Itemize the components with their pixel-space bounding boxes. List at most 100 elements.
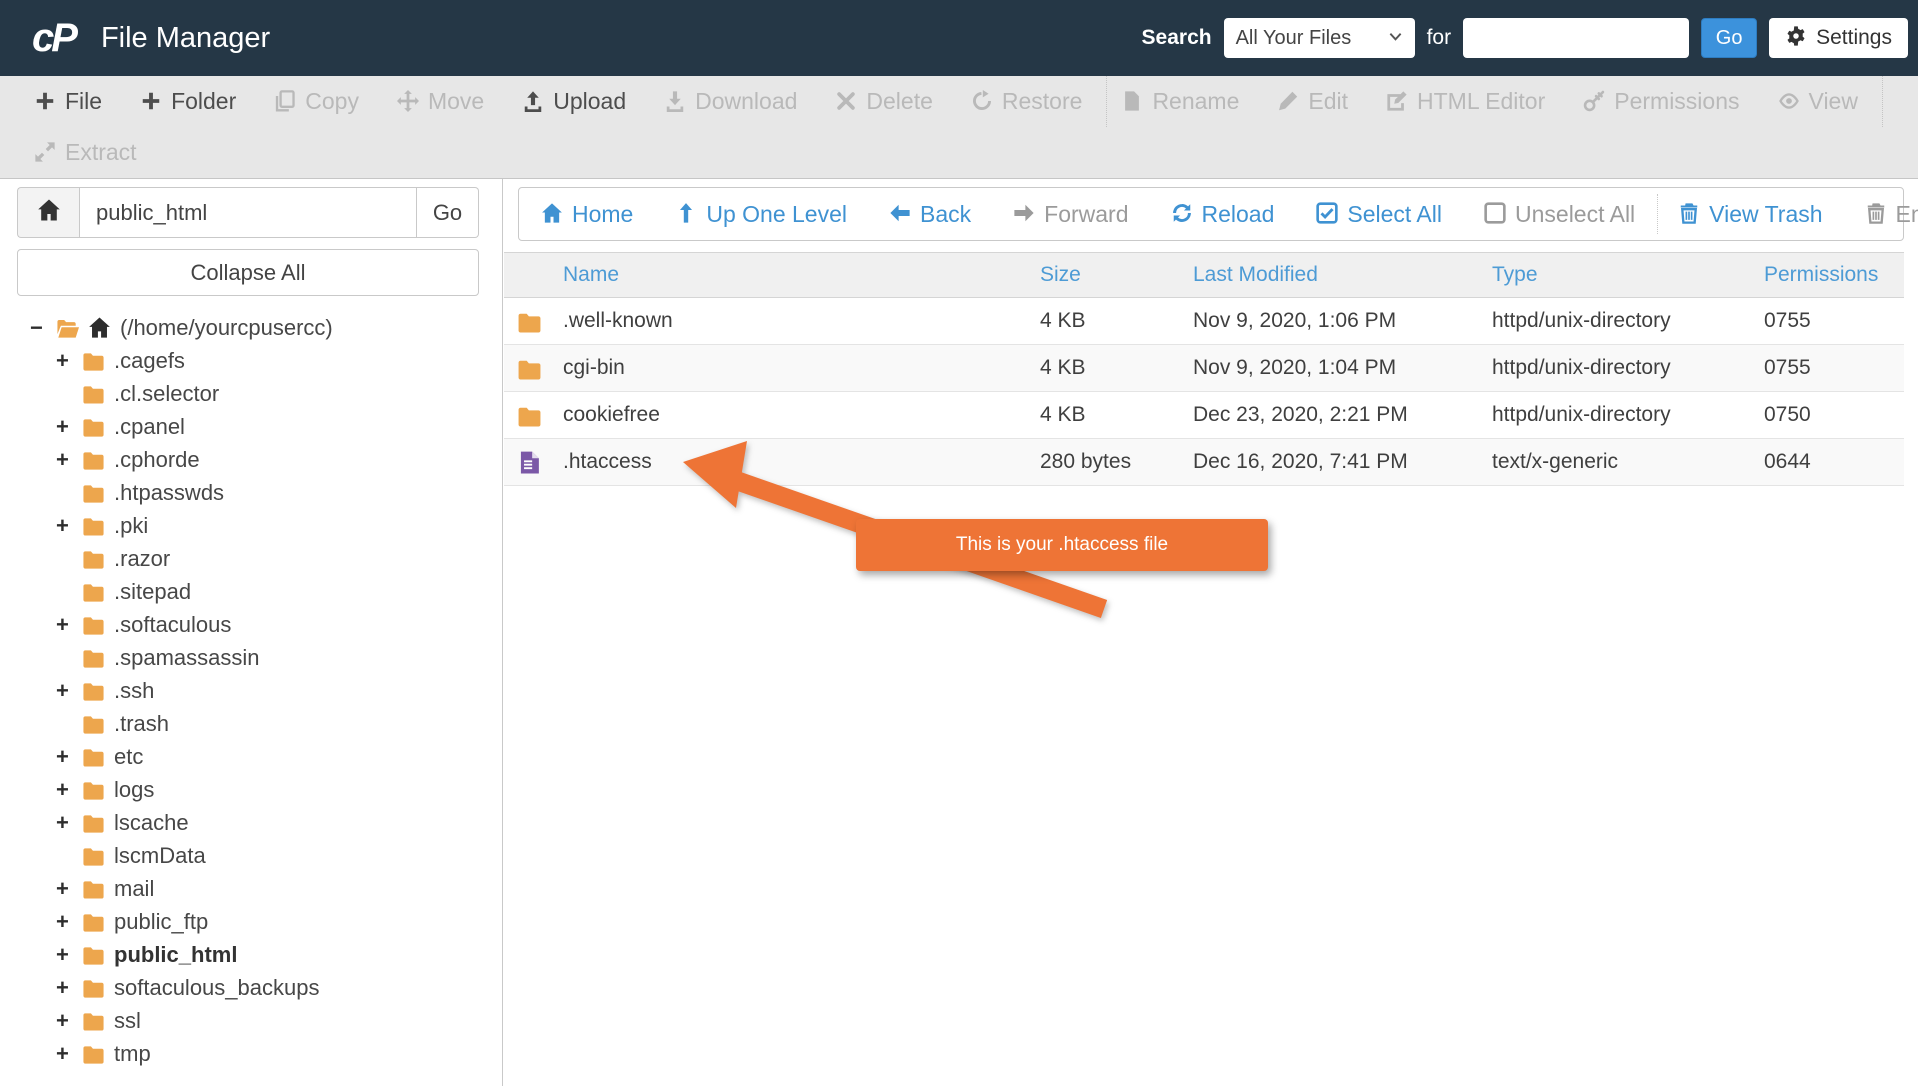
tree-item[interactable]: .razor	[0, 542, 502, 575]
tree-item[interactable]: + .cpanel	[0, 410, 502, 443]
toolbar-item[interactable]	[1882, 76, 1883, 127]
search-scope-select[interactable]: All Your Files	[1224, 18, 1415, 58]
expand-toggle[interactable]: +	[56, 876, 82, 902]
path-input[interactable]	[79, 187, 417, 238]
file-permissions: 0755	[1764, 356, 1894, 380]
table-row[interactable]: cookiefree 4 KB Dec 23, 2020, 2:21 PM ht…	[504, 392, 1904, 439]
toolbar-item[interactable]: HTML Editor	[1386, 76, 1545, 127]
table-row[interactable]: .well-known 4 KB Nov 9, 2020, 1:06 PM ht…	[504, 298, 1904, 345]
tree-item[interactable]: .cl.selector	[0, 377, 502, 410]
nav-item[interactable]: Unselect All	[1484, 201, 1635, 228]
toolbar-item[interactable]: Rename	[1121, 76, 1239, 127]
file-name[interactable]: cgi-bin	[563, 356, 1040, 380]
file-name[interactable]: .well-known	[563, 309, 1040, 333]
trash-icon	[1678, 201, 1700, 228]
nav-item-label: Up One Level	[706, 201, 847, 228]
file-type: httpd/unix-directory	[1492, 403, 1764, 427]
toolbar-item[interactable]: Download	[664, 76, 797, 127]
tree-item[interactable]: lscmData	[0, 839, 502, 872]
expand-toggle[interactable]: +	[56, 1008, 82, 1034]
toolbar-item[interactable]: Restore	[971, 76, 1083, 127]
toolbar-item[interactable]: Folder	[140, 76, 236, 127]
settings-label: Settings	[1816, 26, 1892, 50]
table-row[interactable]: cgi-bin 4 KB Nov 9, 2020, 1:04 PM httpd/…	[504, 345, 1904, 392]
collapse-all-button[interactable]: Collapse All	[17, 249, 479, 296]
column-header-size[interactable]: Size	[1040, 263, 1193, 287]
column-header-permissions[interactable]: Permissions	[1764, 263, 1894, 287]
nav-item[interactable]: Select All	[1316, 201, 1442, 228]
tree-item[interactable]: + tmp	[0, 1037, 502, 1070]
tree-item-label: .ssh	[114, 678, 154, 704]
tree-item[interactable]: + .ssh	[0, 674, 502, 707]
tree-item-label: .spamassassin	[114, 645, 260, 671]
settings-button[interactable]: Settings	[1769, 18, 1908, 58]
expand-toggle[interactable]: +	[56, 414, 82, 440]
file-name[interactable]: .htaccess	[563, 450, 1040, 474]
nav-item[interactable]	[1657, 194, 1658, 234]
expand-toggle[interactable]: +	[56, 744, 82, 770]
file-size: 4 KB	[1040, 403, 1193, 427]
search-input[interactable]	[1463, 18, 1689, 58]
expand-toggle[interactable]: +	[56, 447, 82, 473]
home-directory-button[interactable]	[17, 187, 79, 238]
column-header-type[interactable]: Type	[1492, 263, 1764, 287]
tree-item[interactable]: .sitepad	[0, 575, 502, 608]
toolbar-item[interactable]: Extract	[34, 127, 137, 178]
tree-item[interactable]: + ssl	[0, 1004, 502, 1037]
tree-item[interactable]: + lscache	[0, 806, 502, 839]
tree-root[interactable]: − (/home/yourcpusercc)	[0, 311, 502, 344]
toolbar-item[interactable]: Copy	[274, 76, 359, 127]
path-go-button[interactable]: Go	[417, 187, 479, 238]
nav-item[interactable]: Home	[541, 201, 633, 228]
nav-item[interactable]: Reload	[1171, 201, 1275, 228]
expand-toggle[interactable]: +	[56, 810, 82, 836]
expand-toggle[interactable]: +	[56, 909, 82, 935]
expand-toggle[interactable]: +	[56, 348, 82, 374]
toolbar-item[interactable]: Upload	[522, 76, 626, 127]
toolbar-item-label: Download	[695, 88, 797, 115]
nav-item[interactable]: Empty Trash	[1865, 201, 1918, 228]
expand-toggle[interactable]: +	[56, 777, 82, 803]
expand-toggle[interactable]: +	[56, 678, 82, 704]
toolbar-item[interactable]: File	[34, 76, 102, 127]
nav-item[interactable]: Back	[889, 201, 971, 228]
tree-item[interactable]: .htpasswds	[0, 476, 502, 509]
toolbar-item[interactable]	[1106, 76, 1107, 127]
column-header-modified[interactable]: Last Modified	[1193, 263, 1492, 287]
tree-item[interactable]: + .softaculous	[0, 608, 502, 641]
expand-toggle[interactable]: +	[56, 942, 82, 968]
tree-item[interactable]: + softaculous_backups	[0, 971, 502, 1004]
tree-item[interactable]: + .pki	[0, 509, 502, 542]
tree-item[interactable]: .trash	[0, 707, 502, 740]
toolbar-item[interactable]: View	[1778, 76, 1858, 127]
toolbar-item[interactable]: Edit	[1277, 76, 1348, 127]
expand-toggle[interactable]: +	[56, 513, 82, 539]
collapse-toggle[interactable]: −	[30, 315, 56, 341]
expand-toggle[interactable]: +	[56, 975, 82, 1001]
expand-toggle[interactable]: +	[56, 1041, 82, 1067]
file-name[interactable]: cookiefree	[563, 403, 1040, 427]
annotation-tooltip: This is your .htaccess file	[856, 519, 1268, 571]
tree-item[interactable]: + .cphorde	[0, 443, 502, 476]
tree-item[interactable]: + mail	[0, 872, 502, 905]
toolbar-item[interactable]: Move	[397, 76, 484, 127]
toolbar-item-label: Folder	[171, 88, 236, 115]
toolbar-item[interactable]: Permissions	[1583, 76, 1739, 127]
folder-icon	[82, 481, 105, 504]
nav-item[interactable]: Up One Level	[675, 201, 847, 228]
column-header-name[interactable]: Name	[563, 263, 1040, 287]
expand-toggle[interactable]: +	[56, 612, 82, 638]
tree-item[interactable]: + public_html	[0, 938, 502, 971]
path-bar: Go	[17, 187, 479, 238]
tree-item[interactable]: .spamassassin	[0, 641, 502, 674]
tree-item[interactable]: + public_ftp	[0, 905, 502, 938]
nav-item[interactable]: Forward	[1013, 201, 1128, 228]
tree-item[interactable]: + logs	[0, 773, 502, 806]
table-row[interactable]: .htaccess 280 bytes Dec 16, 2020, 7:41 P…	[504, 439, 1904, 486]
nav-item[interactable]: View Trash	[1678, 201, 1822, 228]
tree-item[interactable]: + .cagefs	[0, 344, 502, 377]
back-icon	[889, 201, 911, 228]
toolbar-item[interactable]: Delete	[835, 76, 932, 127]
search-go-button[interactable]: Go	[1701, 18, 1757, 58]
tree-item[interactable]: + etc	[0, 740, 502, 773]
